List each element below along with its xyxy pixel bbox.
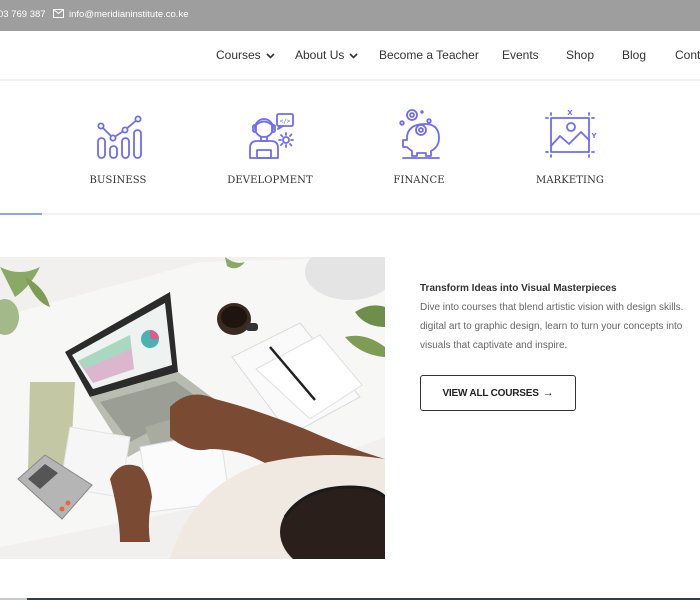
feature-title: Transform Ideas into Visual Masterpieces bbox=[420, 283, 617, 294]
arrow-right-icon: → bbox=[542, 387, 554, 399]
category-photography[interactable]: PHO bbox=[660, 108, 700, 186]
email-link[interactable]: info@meridianinstitute.co.ke bbox=[69, 9, 188, 20]
chevron-down-icon bbox=[266, 52, 275, 59]
feature-photo bbox=[0, 257, 385, 559]
main-navigation: Courses About Us Become a Teacher Events… bbox=[0, 31, 700, 81]
photo-icon bbox=[692, 108, 700, 162]
nav-blog-label: Blog bbox=[622, 48, 647, 62]
nav-about-us[interactable]: About Us bbox=[295, 48, 358, 62]
category-development[interactable]: </> DEVELOPMENT bbox=[210, 108, 330, 186]
category-label: BUSINESS bbox=[89, 175, 147, 186]
view-all-courses-button[interactable]: VIEW ALL COURSES → bbox=[420, 375, 576, 411]
nav-become-a-teacher-label: Become a Teacher bbox=[379, 48, 479, 62]
nav-courses-label: Courses bbox=[216, 48, 261, 62]
category-carousel: BUSINESS </> DEVELOPMENT FINANCE X Y MAR… bbox=[0, 83, 700, 215]
feature-description-line: Dive into courses that blend artistic vi… bbox=[420, 302, 684, 313]
phone-number[interactable]: 03 769 387 bbox=[0, 9, 46, 20]
nav-shop-label: Shop bbox=[566, 48, 595, 62]
svg-text:X: X bbox=[567, 109, 573, 117]
category-label: MARKETING bbox=[535, 175, 605, 186]
nav-blog[interactable]: Blog bbox=[622, 48, 646, 62]
carousel-progress-indicator[interactable] bbox=[0, 213, 42, 215]
feature-description-line: visuals that captivate and inspire. bbox=[420, 340, 568, 351]
feature-description: Dive into courses that blend artistic vi… bbox=[420, 298, 700, 355]
image-chart-icon: X Y bbox=[545, 109, 597, 158]
category-finance[interactable]: FINANCE bbox=[359, 108, 479, 186]
nav-contact-label: Conta bbox=[675, 48, 700, 62]
category-marketing[interactable]: X Y MARKETING bbox=[510, 108, 630, 186]
category-label: PHO bbox=[660, 175, 700, 186]
category-business[interactable]: BUSINESS bbox=[58, 108, 178, 186]
developer-icon: </> bbox=[249, 113, 294, 159]
chevron-down-icon bbox=[349, 52, 358, 59]
nav-contact[interactable]: Conta bbox=[675, 48, 700, 62]
nav-events[interactable]: Events bbox=[502, 48, 539, 62]
nav-about-us-label: About Us bbox=[295, 48, 345, 62]
nav-shop[interactable]: Shop bbox=[566, 48, 594, 62]
carousel-track bbox=[0, 213, 700, 215]
svg-text:</>: </> bbox=[280, 118, 291, 125]
nav-events-label: Events bbox=[502, 48, 539, 62]
view-all-courses-label: VIEW ALL COURSES bbox=[442, 387, 539, 399]
piggy-bank-icon bbox=[399, 109, 440, 159]
top-bar: 03 769 387 info@meridianinstitute.co.ke bbox=[0, 0, 700, 31]
category-label: DEVELOPMENT bbox=[227, 175, 313, 186]
nav-courses[interactable]: Courses bbox=[216, 48, 275, 62]
feature-description-line: digital art to graphic design, learn to … bbox=[420, 321, 683, 332]
bar-chart-icon bbox=[97, 115, 142, 159]
mail-icon bbox=[53, 9, 64, 18]
category-label: FINANCE bbox=[393, 175, 445, 186]
svg-text:Y: Y bbox=[590, 132, 597, 140]
nav-become-a-teacher[interactable]: Become a Teacher bbox=[379, 48, 479, 62]
